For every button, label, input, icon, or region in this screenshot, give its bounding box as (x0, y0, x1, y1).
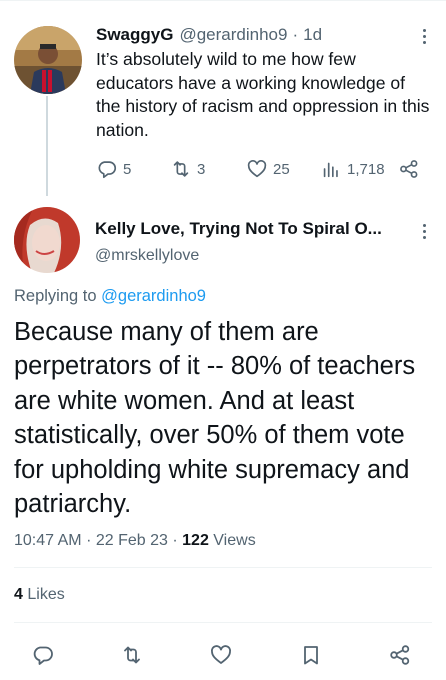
parent-action-bar: 5 3 25 1,718 (96, 157, 432, 181)
share-icon (390, 645, 410, 665)
likes-summary[interactable]: 4 Likes (14, 586, 65, 604)
main-tweet-text: Because many of them are perpetrators of… (14, 318, 416, 519)
main-share-button[interactable] (385, 640, 415, 670)
likes-count: 4 (14, 586, 23, 603)
main-more-icon[interactable] (416, 221, 432, 241)
main-views-count: 122 (182, 532, 209, 549)
main-action-bar (0, 640, 446, 670)
meta-separator: · (86, 532, 92, 549)
main-like-button[interactable] (206, 640, 236, 670)
parent-share-button[interactable] (398, 158, 420, 180)
main-tweet-meta: 10:47 AM · 22 Feb 23 · 122 Views (14, 532, 256, 550)
main-tweet-author: Kelly Love, Trying Not To Spiral O... @m… (0, 205, 446, 285)
main-tweet-date[interactable]: 22 Feb 23 (96, 532, 168, 549)
retweet-icon (173, 161, 189, 177)
parent-avatar[interactable] (14, 26, 82, 94)
main-display-name[interactable]: Kelly Love, Trying Not To Spiral O... (95, 219, 405, 239)
retweet-icon (124, 646, 140, 664)
main-retweet-button[interactable] (117, 640, 147, 670)
heart-icon (247, 160, 267, 178)
main-reply-button[interactable] (28, 640, 58, 670)
share-icon (400, 160, 418, 178)
analytics-icon (323, 162, 338, 178)
parent-retweet-count: 3 (197, 160, 206, 178)
thread-connector-line (46, 96, 48, 196)
replying-to-prefix: Replying to (14, 287, 97, 305)
meta-separator-2: · (172, 532, 178, 549)
replying-to-handle-link[interactable]: @gerardinho9 (101, 287, 206, 305)
parent-handle[interactable]: @gerardinho9 (179, 24, 287, 46)
main-avatar[interactable] (14, 207, 80, 273)
parent-tweet-header: SwaggyG @gerardinho9 · 1d (96, 24, 432, 46)
parent-timestamp[interactable]: 1d (303, 24, 322, 46)
parent-more-icon[interactable] (416, 26, 432, 46)
parent-tweet[interactable]: SwaggyG @gerardinho9 · 1d It’s absolutel… (0, 0, 446, 196)
parent-tweet-body: SwaggyG @gerardinho9 · 1d It’s absolutel… (96, 24, 432, 142)
heart-icon (210, 645, 232, 664)
parent-dot-separator: · (292, 25, 299, 44)
parent-reply-button[interactable]: 5 (96, 158, 131, 180)
bookmark-icon (304, 646, 318, 665)
main-avatar-image (14, 207, 80, 273)
parent-avatar-image (14, 26, 82, 94)
reply-icon (98, 161, 117, 179)
replying-to: Replying to @gerardinho9 (14, 287, 206, 306)
parent-views-count: 1,718 (347, 160, 385, 178)
main-bookmark-button[interactable] (296, 640, 326, 670)
parent-views-button[interactable]: 1,718 (320, 158, 385, 180)
parent-tweet-text: It’s absolutely wild to me how few educa… (96, 49, 430, 140)
parent-like-count: 25 (273, 160, 290, 178)
divider-below-likes (14, 622, 432, 623)
main-handle[interactable]: @mrskellylove (95, 247, 199, 265)
main-tweet-time[interactable]: 10:47 AM (14, 532, 82, 549)
parent-reply-count: 5 (123, 160, 132, 178)
parent-retweet-button[interactable]: 3 (170, 158, 205, 180)
main-views-label: Views (213, 532, 256, 549)
reply-icon (33, 646, 53, 665)
parent-display-name[interactable]: SwaggyG (96, 24, 173, 46)
likes-label: Likes (27, 586, 65, 603)
divider-above-likes (14, 567, 432, 568)
parent-like-button[interactable]: 25 (246, 158, 290, 180)
